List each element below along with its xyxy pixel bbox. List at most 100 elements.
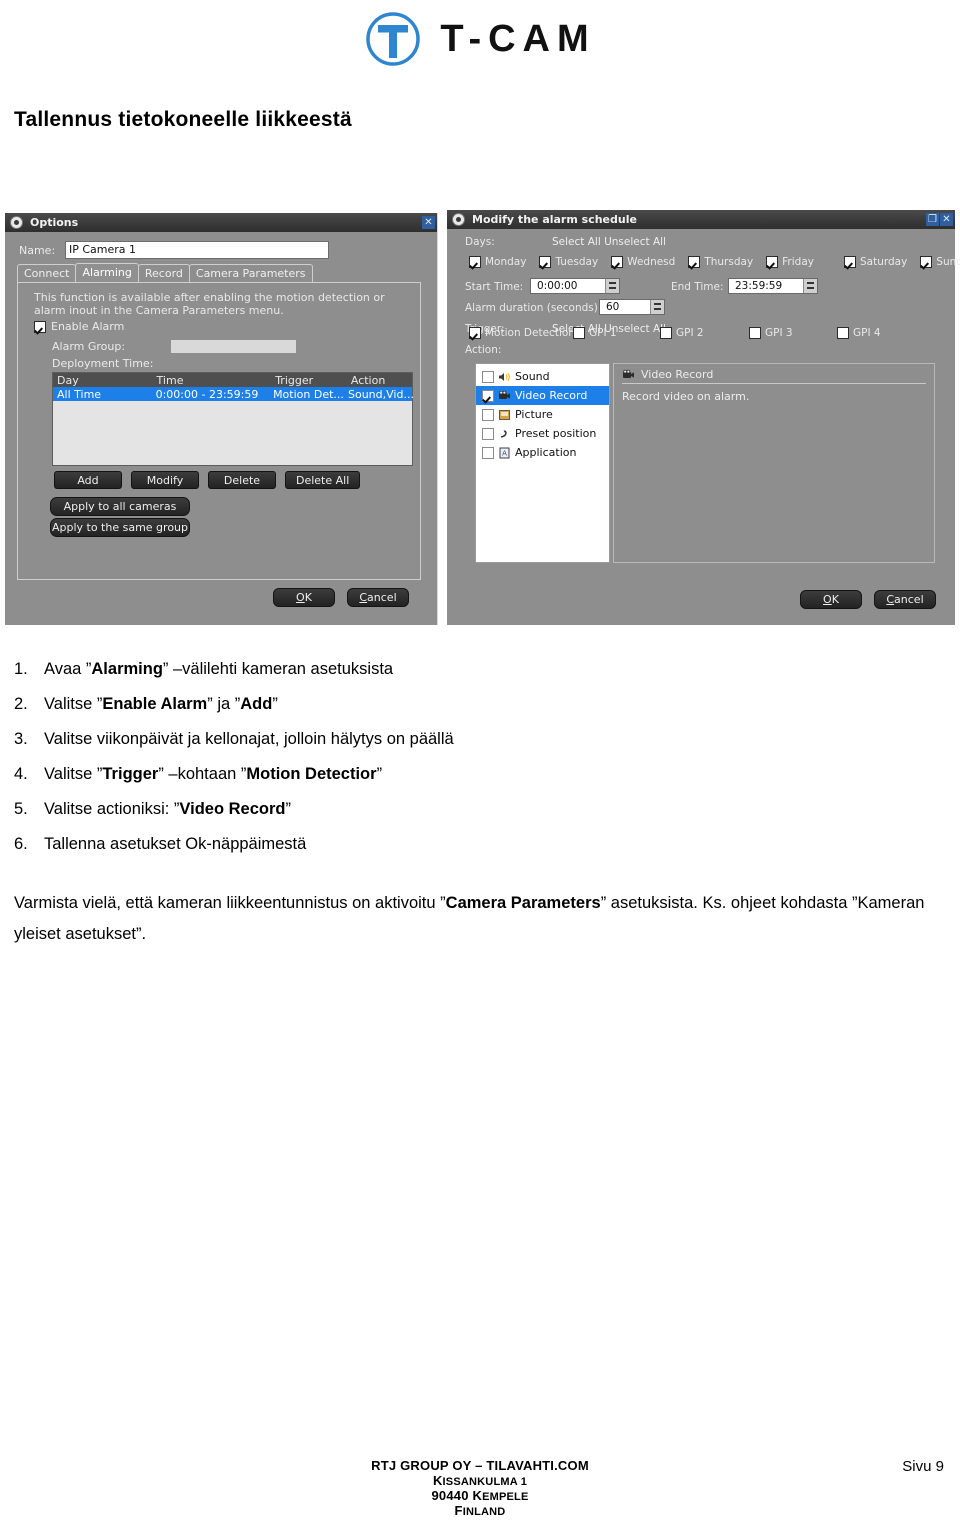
checkbox-icon[interactable] (482, 389, 494, 402)
delete-button[interactable]: Delete (208, 471, 276, 489)
options-dialog-title: Options (30, 216, 79, 229)
apply-to-same-group-button[interactable]: Apply to the same group (50, 518, 190, 537)
trigger-motion-detector[interactable]: Motion Detectior (469, 327, 573, 339)
day-saturday[interactable]: Saturday (843, 256, 908, 268)
camera-name-input[interactable]: IP Camera 1 (65, 241, 329, 259)
day-label: Saturday (859, 256, 908, 268)
action-item-preset-position[interactable]: Preset position (476, 424, 609, 443)
end-time-input[interactable]: 23:59:59 (728, 278, 818, 294)
trigger-gpi-1[interactable]: GPI 1 (573, 327, 660, 339)
tab-alarming[interactable]: Alarming (75, 263, 139, 282)
days-select-all-link[interactable]: Select All Unselect All (552, 236, 666, 248)
days-checkbox-group: Monday Tuesday Wednesd Thursday Friday S… (469, 256, 960, 268)
checkbox-icon[interactable] (34, 320, 46, 333)
footer-address-line-1: KISSANKULMA 1 (0, 1473, 960, 1488)
day-sunday[interactable]: Sunday (920, 256, 960, 268)
checkbox-icon[interactable] (766, 256, 779, 268)
day-friday[interactable]: Friday (766, 256, 814, 268)
checkbox-icon[interactable] (482, 408, 494, 421)
cancel-button[interactable]: Cancel (347, 588, 409, 607)
spinner-arrows-icon[interactable] (605, 279, 619, 293)
checkbox-icon[interactable] (837, 327, 849, 339)
schedule-action-buttons: Add Modify Delete Delete All (54, 471, 361, 489)
start-time-input[interactable]: 0:00:00 (530, 278, 620, 294)
options-dialog-footer-buttons: OK Cancel (273, 588, 409, 607)
table-row[interactable]: All Time 0:00:00 - 23:59:59 Motion Det..… (53, 387, 414, 401)
checkbox-icon[interactable] (539, 256, 552, 268)
list-item-text: Valitse actioniksi: ”Video Record” (44, 800, 291, 818)
checkbox-icon[interactable] (920, 256, 933, 268)
alarming-help-text: This function is available after enablin… (34, 291, 385, 317)
tab-connect[interactable]: Connect (17, 264, 77, 282)
alarm-schedule-footer-buttons: OK Cancel (800, 590, 936, 609)
list-item-number: 5. (14, 800, 28, 818)
action-detail-text: Record video on alarm. (622, 390, 750, 403)
action-item-sound[interactable]: Sound (476, 367, 609, 386)
trigger-gpi-3[interactable]: GPI 3 (749, 327, 837, 339)
checkbox-icon[interactable] (469, 256, 481, 268)
checkbox-icon[interactable] (482, 427, 494, 440)
checkbox-icon[interactable] (611, 256, 624, 268)
footer-company: RTJ GROUP OY – TILAVAHTI.COM (371, 1458, 589, 1473)
cancel-button[interactable]: Cancel (874, 590, 936, 609)
trigger-gpi-4[interactable]: GPI 4 (837, 327, 881, 339)
spinner-arrows-icon[interactable] (803, 279, 817, 293)
options-tabs: Connect Alarming Record Camera Parameter… (17, 263, 313, 282)
footer-addr2-pre: 90440 (431, 1488, 473, 1503)
add-button[interactable]: Add (54, 471, 122, 489)
tab-camera-parameters[interactable]: Camera Parameters (188, 264, 313, 282)
day-monday[interactable]: Monday (469, 256, 526, 268)
camcorder-icon (622, 369, 635, 381)
checkbox-icon[interactable] (469, 327, 481, 339)
preset-arrow-icon (498, 428, 511, 440)
maximize-icon[interactable]: ❐ (926, 213, 939, 226)
list-item: 5. Valitse actioniksi: ”Video Record” (14, 798, 944, 820)
footer-addr2-cap: K (472, 1488, 483, 1503)
checkbox-icon[interactable] (482, 446, 494, 459)
checkbox-icon[interactable] (688, 256, 701, 268)
ok-button[interactable]: OK (800, 590, 862, 609)
list-item: 1. Avaa ”Alarming” –välilehti kameran as… (14, 658, 944, 680)
action-item-label: Sound (515, 370, 550, 383)
action-item-picture[interactable]: Picture (476, 405, 609, 424)
enable-alarm-checkbox[interactable]: Enable Alarm (34, 320, 124, 333)
alarm-duration-value: 60 (606, 301, 620, 313)
ok-button[interactable]: OK (273, 588, 335, 607)
trigger-label-text: GPI 4 (853, 327, 881, 339)
close-icon[interactable]: ✕ (422, 216, 435, 229)
modify-button[interactable]: Modify (131, 471, 199, 489)
page-title: Tallennus tietokoneelle liikkeestä (14, 108, 352, 131)
alarm-schedule-title: Modify the alarm schedule (472, 213, 637, 226)
alarm-duration-input[interactable]: 60 (599, 299, 665, 315)
checkbox-icon[interactable] (573, 327, 585, 339)
day-label: Friday (782, 256, 814, 268)
action-item-label: Application (515, 446, 577, 459)
list-item-text: Valitse ”Trigger” –kohtaan ”Motion Detec… (44, 765, 383, 783)
list-item-text: Tallenna asetukset Ok-näppäimestä (44, 835, 307, 853)
t-cam-circle-logo-icon (364, 10, 422, 68)
delete-all-button[interactable]: Delete All (285, 471, 361, 489)
checkbox-icon[interactable] (843, 256, 856, 268)
day-wednesday[interactable]: Wednesd (611, 256, 675, 268)
checkbox-icon[interactable] (482, 370, 494, 383)
alarm-duration-label: Alarm duration (seconds): (465, 302, 602, 314)
day-thursday[interactable]: Thursday (688, 256, 753, 268)
alarm-group-input[interactable] (171, 340, 297, 353)
action-item-application[interactable]: A Application (476, 443, 609, 462)
list-item-number: 2. (14, 695, 28, 713)
action-item-video-record[interactable]: Video Record (476, 386, 609, 405)
spinner-arrows-icon[interactable] (650, 300, 664, 314)
checkbox-icon[interactable] (749, 327, 761, 339)
tab-record[interactable]: Record (137, 264, 190, 282)
action-item-label: Picture (515, 408, 553, 421)
footer-address-line-3: FINLAND (0, 1503, 960, 1518)
checkbox-icon[interactable] (660, 327, 672, 339)
list-item-text: Valitse ”Enable Alarm” ja ”Add” (44, 695, 278, 713)
footer-addr3-rest: INLAND (462, 1506, 506, 1518)
day-tuesday[interactable]: Tuesday (539, 256, 598, 268)
trigger-gpi-2[interactable]: GPI 2 (660, 327, 749, 339)
apply-to-all-cameras-button[interactable]: Apply to all cameras (50, 497, 190, 516)
footer-addr3-cap: F (454, 1503, 463, 1518)
close-icon[interactable]: ✕ (940, 213, 953, 226)
alarm-schedule-titlebar: Modify the alarm schedule ❐ ✕ (447, 210, 955, 229)
